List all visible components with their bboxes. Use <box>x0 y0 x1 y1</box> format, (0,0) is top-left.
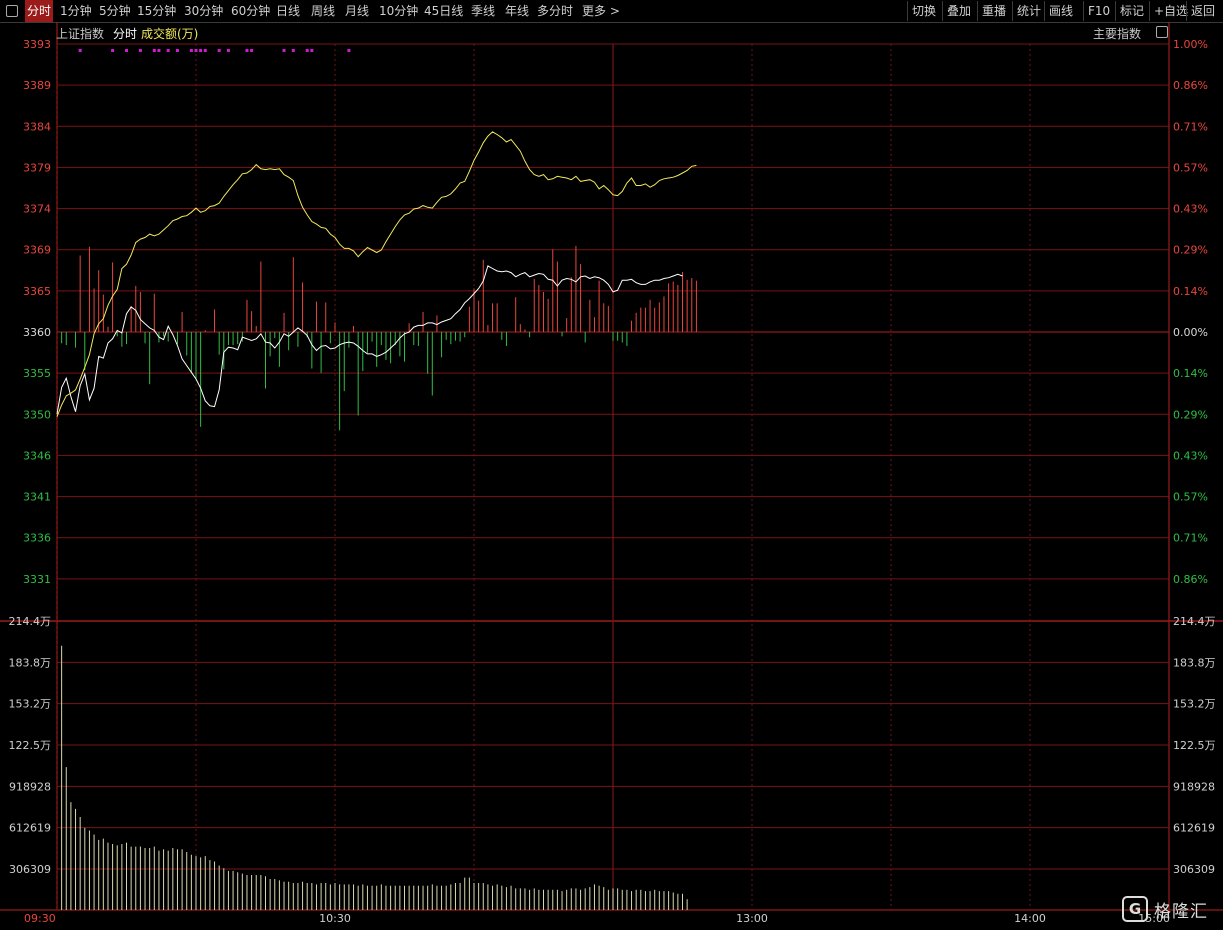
signal-marker-0 <box>78 49 82 52</box>
brand-text: 格隆汇 <box>1154 901 1208 922</box>
pct-tick-10: 0.43% <box>1173 449 1208 462</box>
signal-marker-13 <box>226 49 230 52</box>
pct-tick-6: 0.14% <box>1173 285 1208 298</box>
volume-tick-5: 612619 <box>9 822 51 835</box>
signal-marker-17 <box>291 49 295 52</box>
signal-marker-5 <box>157 49 161 52</box>
pct-tick-4: 0.43% <box>1173 203 1208 216</box>
price-tick-2: 3384 <box>23 120 51 133</box>
panel-toggle-icon[interactable] <box>1156 26 1168 38</box>
time-tick-3: 14:00 <box>1014 912 1046 925</box>
price-tick-1: 3389 <box>23 79 51 92</box>
pct-tick-3: 0.57% <box>1173 161 1208 174</box>
time-tick-2: 13:00 <box>736 912 768 925</box>
volume-tick-right-2: 153.2万 <box>1173 698 1216 711</box>
pct-tick-2: 0.71% <box>1173 120 1208 133</box>
price-tick-0: 3393 <box>23 38 51 51</box>
intraday-chart: 3393 1.00% 3389 0.86% 3384 0.71% 3379 0.57% 3374… <box>0 22 1223 925</box>
signal-marker-12 <box>217 49 221 52</box>
index-name-label: 上证指数 <box>56 27 105 41</box>
volume-tick-right-0: 214.4万 <box>1173 615 1216 628</box>
volume-tick-right-1: 183.8万 <box>1173 656 1216 669</box>
pct-tick-8: 0.14% <box>1173 367 1208 380</box>
volume-tick-2: 153.2万 <box>9 698 52 711</box>
price-tick-3: 3379 <box>23 161 51 174</box>
price-tick-10: 3346 <box>23 449 51 462</box>
volume-tick-1: 183.8万 <box>9 656 52 669</box>
signal-marker-6 <box>166 49 170 52</box>
signal-marker-9 <box>194 49 198 52</box>
price-tick-8: 3355 <box>23 367 51 380</box>
signal-marker-20 <box>347 49 351 52</box>
time-tick-0: 09:30 <box>24 912 56 925</box>
brand-watermark: G 格隆汇 <box>1122 895 1208 923</box>
price-tick-6: 3365 <box>23 285 51 298</box>
volume-tick-right-4: 918928 <box>1173 780 1215 793</box>
signal-marker-14 <box>245 49 249 52</box>
time-tick-1: 10:30 <box>319 912 351 925</box>
signal-marker-19 <box>310 49 314 52</box>
price-line-price <box>56 265 683 415</box>
main-index-selector[interactable]: 主要指数 <box>1093 25 1141 42</box>
signal-marker-4 <box>152 49 156 52</box>
price-tick-7: 3360 <box>23 326 51 339</box>
signal-marker-11 <box>203 49 207 52</box>
volume-tick-right-6: 306309 <box>1173 863 1215 876</box>
price-tick-5: 3369 <box>23 244 51 257</box>
signal-marker-3 <box>138 49 142 52</box>
volume-tick-6: 306309 <box>9 863 51 876</box>
price-tick-4: 3374 <box>23 203 51 216</box>
pct-tick-0: 1.00% <box>1173 38 1208 51</box>
signal-marker-18 <box>305 49 309 52</box>
price-line-avg <box>56 131 697 417</box>
price-tick-9: 3350 <box>23 408 51 421</box>
pct-tick-12: 0.71% <box>1173 532 1208 545</box>
brand-logo-icon: G <box>1122 896 1148 922</box>
volume-tick-3: 122.5万 <box>9 739 52 752</box>
price-tick-13: 3331 <box>23 573 51 586</box>
volume-tick-0: 214.4万 <box>9 615 52 628</box>
signal-marker-7 <box>175 49 179 52</box>
pct-tick-9: 0.29% <box>1173 408 1208 421</box>
pct-tick-1: 0.86% <box>1173 79 1208 92</box>
signal-marker-10 <box>199 49 203 52</box>
pct-tick-13: 0.86% <box>1173 573 1208 586</box>
price-tick-11: 3341 <box>23 491 51 504</box>
pct-tick-7: 0.00% <box>1173 326 1208 339</box>
pct-tick-5: 0.29% <box>1173 244 1208 257</box>
signal-marker-16 <box>282 49 286 52</box>
signal-marker-2 <box>125 49 128 52</box>
pct-tick-11: 0.57% <box>1173 491 1208 504</box>
series-label: 成交额(万) <box>141 27 199 41</box>
signal-marker-15 <box>250 49 254 52</box>
volume-tick-right-5: 612619 <box>1173 822 1215 835</box>
mode-label: 分时 <box>113 27 138 41</box>
volume-tick-4: 918928 <box>9 780 51 793</box>
signal-marker-1 <box>111 49 115 52</box>
signal-marker-8 <box>189 49 193 52</box>
volume-tick-right-3: 122.5万 <box>1173 739 1216 752</box>
price-tick-12: 3336 <box>23 532 51 545</box>
